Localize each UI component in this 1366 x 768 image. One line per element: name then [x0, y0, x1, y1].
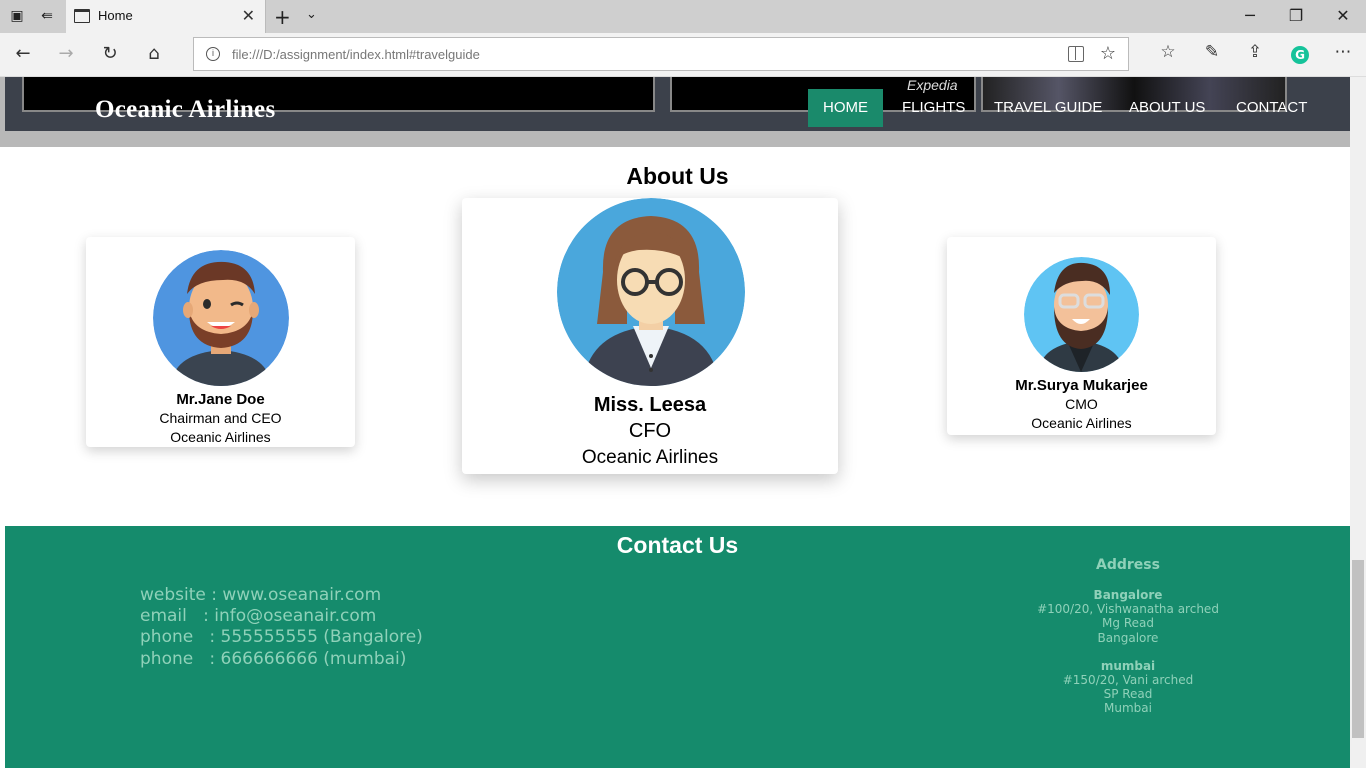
new-tab-icon[interactable]: + — [274, 5, 291, 29]
browser-toolbar: ← → ↻ ⌂ i file:///D:/assignment/index.ht… — [0, 33, 1366, 77]
nav-home[interactable]: HOME — [808, 89, 883, 127]
nav-travel-guide[interactable]: TRAVEL GUIDE — [979, 89, 1117, 127]
close-window-icon[interactable]: ✕ — [1333, 6, 1353, 25]
browser-tab[interactable]: Home ✕ — [66, 0, 266, 33]
contact-email[interactable]: email : info@oseanair.com — [140, 606, 376, 626]
chevron-down-icon[interactable]: ⌄ — [306, 7, 317, 22]
office-address-line: #100/20, Vishwanatha arched — [1037, 602, 1219, 616]
member-role: Chairman and CEO — [159, 410, 282, 426]
member-role: CMO — [1065, 396, 1098, 412]
minimize-icon[interactable]: ─ — [1240, 6, 1260, 25]
reading-view-icon[interactable] — [1068, 46, 1084, 62]
team-card: Mr.Surya Mukarjee CMO Oceanic Airlines — [947, 237, 1216, 435]
site-brand[interactable]: Oceanic Airlines — [95, 96, 275, 124]
bearded-man-avatar-icon — [1024, 257, 1139, 372]
scrollbar-thumb[interactable] — [1352, 560, 1364, 738]
office-address-line: Bangalore — [1097, 631, 1159, 645]
site-header: Expedia Oceanic Airlines HOME FLIGHTS TR… — [0, 77, 1350, 147]
about-us-heading: About Us — [626, 163, 729, 189]
nav-contact[interactable]: CONTACT — [1221, 89, 1322, 127]
info-icon[interactable]: i — [206, 47, 220, 61]
team-card: Mr.Jane Doe Chairman and CEO Oceanic Air… — [86, 237, 355, 447]
office-address-line: SP Read — [1103, 687, 1153, 701]
pen-icon[interactable]: ✎ — [1199, 42, 1225, 62]
member-name: Mr.Surya Mukarjee — [1015, 377, 1148, 394]
address-heading: Address — [1096, 557, 1160, 573]
office-city: mumbai — [1100, 659, 1156, 673]
address-bar[interactable]: i file:///D:/assignment/index.html#trave… — [193, 37, 1129, 71]
man-avatar-icon — [153, 250, 289, 386]
browser-tab-bar: ▣ ⇚ Home ✕ + ⌄ ─ ❐ ✕ — [0, 0, 1366, 33]
tab-actions-icon[interactable]: ▣ — [8, 8, 26, 24]
page-icon — [74, 9, 90, 23]
contact-section: Contact Us website : www.oseanair.com em… — [5, 526, 1350, 768]
contact-phone: phone : 555555555 (Bangalore) — [140, 627, 423, 647]
tab-title: Home — [98, 8, 133, 23]
nav-about-us[interactable]: ABOUT US — [1114, 89, 1220, 127]
page-viewport: Expedia Oceanic Airlines HOME FLIGHTS TR… — [0, 77, 1350, 768]
set-tabs-aside-icon[interactable]: ⇚ — [38, 8, 56, 24]
office-address-line: Mg Read — [1102, 616, 1154, 630]
contact-phone: phone : 666666666 (mumbai) — [140, 649, 407, 669]
refresh-icon[interactable]: ↻ — [97, 43, 123, 65]
restore-icon[interactable]: ❐ — [1286, 6, 1306, 25]
office-city: Bangalore — [1093, 588, 1163, 602]
vertical-scrollbar[interactable] — [1350, 77, 1366, 768]
favorite-star-icon[interactable]: ☆ — [1100, 43, 1116, 64]
more-icon[interactable]: ⋯ — [1330, 42, 1356, 62]
contact-website[interactable]: website : www.oseanair.com — [140, 585, 381, 605]
member-name: Mr.Jane Doe — [176, 391, 265, 408]
home-icon[interactable]: ⌂ — [141, 43, 167, 65]
member-company: Oceanic Airlines — [170, 429, 271, 445]
woman-avatar-icon — [557, 198, 745, 386]
close-tab-icon[interactable]: ✕ — [242, 6, 255, 25]
favorites-list-icon[interactable]: ☆ — [1155, 42, 1181, 62]
office-address-line: Mumbai — [1104, 701, 1152, 715]
share-icon[interactable]: ⇪ — [1242, 42, 1268, 62]
member-company: Oceanic Airlines — [1031, 415, 1132, 431]
url-text[interactable]: file:///D:/assignment/index.html#travelg… — [232, 47, 480, 62]
header-bar: Expedia Oceanic Airlines HOME FLIGHTS TR… — [5, 77, 1350, 131]
nav-flights[interactable]: FLIGHTS — [887, 89, 980, 127]
office-address-line: #150/20, Vani arched — [1062, 673, 1194, 687]
team-card: Miss. Leesa CFO Oceanic Airlines — [462, 198, 838, 474]
back-icon[interactable]: ← — [10, 43, 36, 65]
forward-icon[interactable]: → — [53, 43, 79, 65]
member-name: Miss. Leesa — [593, 394, 707, 416]
contact-heading: Contact Us — [616, 532, 739, 558]
member-role: CFO — [628, 420, 672, 442]
member-company: Oceanic Airlines — [581, 447, 719, 468]
grammarly-icon[interactable]: G — [1291, 46, 1309, 64]
